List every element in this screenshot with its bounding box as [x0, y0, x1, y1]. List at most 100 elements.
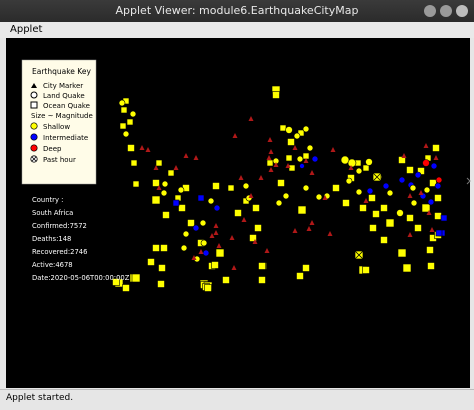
land-quake-marker — [410, 199, 418, 207]
land-quake-marker — [282, 192, 290, 200]
land-quake-marker — [311, 155, 319, 163]
city-marker — [401, 153, 407, 158]
title-bar[interactable]: Applet Viewer: module6.EarthquakeCityMap — [0, 0, 474, 22]
land-quake-marker — [199, 219, 207, 227]
land-quake-marker — [242, 182, 250, 190]
menu-applet[interactable]: Applet — [10, 22, 42, 38]
city-marker — [213, 223, 219, 228]
city-marker — [407, 232, 413, 237]
land-quake-marker — [306, 144, 314, 152]
ocean-quake-marker — [258, 276, 266, 284]
resize-handle-icon[interactable] — [466, 176, 472, 186]
land-quake-marker — [398, 176, 406, 184]
land-quake-marker — [180, 244, 188, 252]
land-quake-marker — [409, 184, 417, 192]
ocean-quake-marker — [130, 159, 138, 167]
ocean-quake-marker — [212, 182, 220, 190]
city-marker — [418, 190, 424, 195]
legend-label-shallow: Shallow — [43, 123, 70, 131]
city-marker — [173, 165, 179, 170]
info-country-name: South Africa — [32, 209, 73, 217]
ocean-quake-marker — [277, 179, 285, 187]
city-marker — [183, 153, 189, 158]
land-quake-icon — [30, 91, 38, 99]
city-marker — [232, 133, 238, 138]
land-quake-marker — [177, 186, 185, 194]
ocean-quake-marker — [380, 204, 388, 212]
land-quake-marker — [160, 189, 168, 197]
ocean-quake-marker — [172, 199, 180, 207]
ocean-quake-marker — [397, 248, 407, 258]
status-text: Applet started. — [6, 393, 74, 403]
land-quake-marker — [200, 239, 208, 247]
ocean-quake-marker — [211, 261, 219, 269]
status-bar: Applet started. — [0, 389, 474, 410]
legend-label-city: City Marker — [43, 82, 83, 90]
applet-window: Applet Viewer: module6.EarthquakeCityMap… — [0, 0, 474, 410]
ocean-quake-marker — [187, 219, 195, 227]
land-quake-marker — [366, 187, 374, 195]
city-marker — [327, 231, 333, 236]
city-marker — [268, 167, 274, 172]
city-marker — [423, 143, 429, 148]
city-marker — [433, 155, 439, 160]
legend-label-intermediate: Intermediate — [43, 134, 88, 142]
city-marker — [306, 226, 312, 231]
ocean-quake-marker — [127, 144, 135, 152]
land-quake-marker — [122, 130, 130, 138]
map-canvas[interactable]: Earthquake Key City Marker Land Quake Oc… — [6, 38, 470, 388]
land-quake-marker — [192, 224, 200, 232]
land-quake-marker — [213, 204, 221, 212]
map-markers-layer — [112, 85, 448, 292]
city-marker — [407, 193, 413, 198]
info-country-label: Country : — [32, 196, 63, 204]
city-marker — [267, 137, 273, 142]
ocean-quake-marker — [434, 212, 442, 220]
ocean-quake-marker — [285, 154, 293, 162]
ocean-quake-marker — [372, 210, 380, 218]
info-confirmed: Confirmed:7572 — [32, 222, 87, 230]
city-marker — [264, 248, 270, 253]
land-quake-marker — [129, 110, 137, 118]
legend-label-deep: Deep — [43, 145, 62, 153]
ocean-quake-marker — [197, 194, 205, 202]
ocean-quake-marker — [435, 229, 443, 237]
ocean-quake-marker — [222, 276, 230, 284]
ocean-quake-marker — [414, 224, 422, 232]
ocean-quake-marker — [432, 144, 440, 152]
intermediate-icon — [30, 133, 38, 141]
legend-label-ocean: Ocean Quake — [43, 102, 90, 110]
close-button[interactable] — [456, 5, 468, 17]
legend-label-size: Size ~ Magnitude — [31, 112, 93, 120]
land-quake-marker — [285, 126, 293, 134]
minimize-button[interactable] — [424, 5, 436, 17]
city-marker — [309, 220, 315, 225]
ocean-quake-marker — [342, 199, 350, 207]
ocean-quake-marker — [362, 266, 370, 274]
ocean-quake-marker — [151, 195, 161, 205]
land-quake-marker — [299, 163, 305, 169]
city-marker — [248, 116, 254, 121]
ocean-quake-marker — [234, 209, 242, 217]
city-marker — [139, 145, 145, 150]
past-hour-icon — [30, 155, 38, 163]
ocean-quake-marker — [279, 124, 287, 132]
land-quake-marker — [275, 199, 283, 207]
ocean-quake-marker — [158, 264, 166, 272]
land-quake-marker — [396, 209, 404, 217]
maximize-button[interactable] — [440, 5, 452, 17]
city-marker — [258, 175, 264, 180]
city-marker — [309, 170, 315, 175]
window-title: Applet Viewer: module6.EarthquakeCityMap — [115, 4, 359, 17]
land-quake-marker — [382, 182, 390, 190]
ocean-quake-marker — [359, 204, 367, 212]
city-marker — [213, 230, 219, 235]
legend-title: Earthquake Key — [32, 67, 91, 76]
city-marker — [198, 249, 204, 254]
land-quake-marker — [386, 189, 394, 197]
ocean-quake-marker — [427, 262, 435, 270]
ocean-quake-marker — [252, 204, 260, 212]
land-quake-marker — [293, 132, 301, 140]
ocean-quake-marker — [258, 262, 266, 270]
earthquake-map[interactable]: Earthquake Key City Marker Land Quake Oc… — [6, 38, 470, 388]
